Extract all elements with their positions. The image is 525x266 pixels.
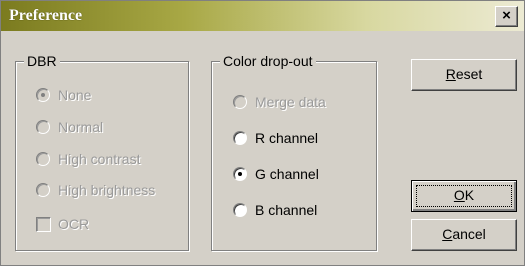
radio-button[interactable]: [233, 167, 247, 181]
cancel-button[interactable]: Cancel: [411, 219, 517, 251]
radio-button[interactable]: [36, 120, 50, 134]
radio-button[interactable]: [36, 152, 50, 166]
title-bar[interactable]: Preference ×: [1, 1, 524, 31]
dbr-option-normal-label: Normal: [58, 119, 104, 135]
dropout-option-merge-data-label: Merge data: [255, 94, 326, 110]
reset-label-rest: eset: [455, 66, 483, 82]
radio-button[interactable]: [233, 95, 247, 109]
dbr-option-none-label: None: [58, 87, 92, 103]
radio-button[interactable]: [36, 88, 50, 102]
close-button[interactable]: ×: [495, 6, 518, 27]
dropout-option-b-channel-label: B channel: [255, 202, 318, 218]
dbr-group: DBR None Normal High contrast High brigh…: [15, 53, 189, 251]
cancel-mnemonic: C: [442, 226, 453, 242]
cancel-button-label: Cancel: [442, 226, 486, 242]
radio-selected-dot: [41, 93, 45, 97]
checkbox-box[interactable]: [36, 217, 51, 232]
dbr-option-high-contrast-label: High contrast: [58, 151, 141, 167]
dropout-option-g-channel-label: G channel: [255, 166, 319, 182]
color-dropout-group-legend: Color drop-out: [220, 53, 316, 69]
dropout-option-r-channel-label: R channel: [255, 130, 319, 146]
window-title: Preference: [9, 7, 83, 24]
radio-selected-dot: [238, 172, 242, 176]
reset-mnemonic: R: [445, 66, 456, 82]
reset-button[interactable]: Reset: [411, 59, 517, 91]
ok-mnemonic: O: [453, 187, 465, 203]
dbr-option-high-brightness-label: High brightness: [58, 182, 156, 198]
ok-button-label: OK: [454, 187, 474, 203]
radio-button[interactable]: [36, 183, 50, 197]
close-icon: ×: [502, 7, 511, 24]
preference-dialog: Preference × DBR None Normal High contra…: [0, 0, 525, 266]
radio-button[interactable]: [233, 131, 247, 145]
ok-label-rest: K: [464, 187, 475, 203]
radio-button[interactable]: [233, 203, 247, 217]
ok-button[interactable]: OK: [411, 180, 517, 212]
ocr-checkbox-label: OCR: [58, 216, 90, 232]
cancel-label-rest: ancel: [452, 226, 486, 242]
reset-button-label: Reset: [446, 66, 483, 82]
color-dropout-group: Color drop-out Merge data R channel G ch…: [211, 53, 377, 251]
dbr-group-legend: DBR: [24, 53, 60, 69]
